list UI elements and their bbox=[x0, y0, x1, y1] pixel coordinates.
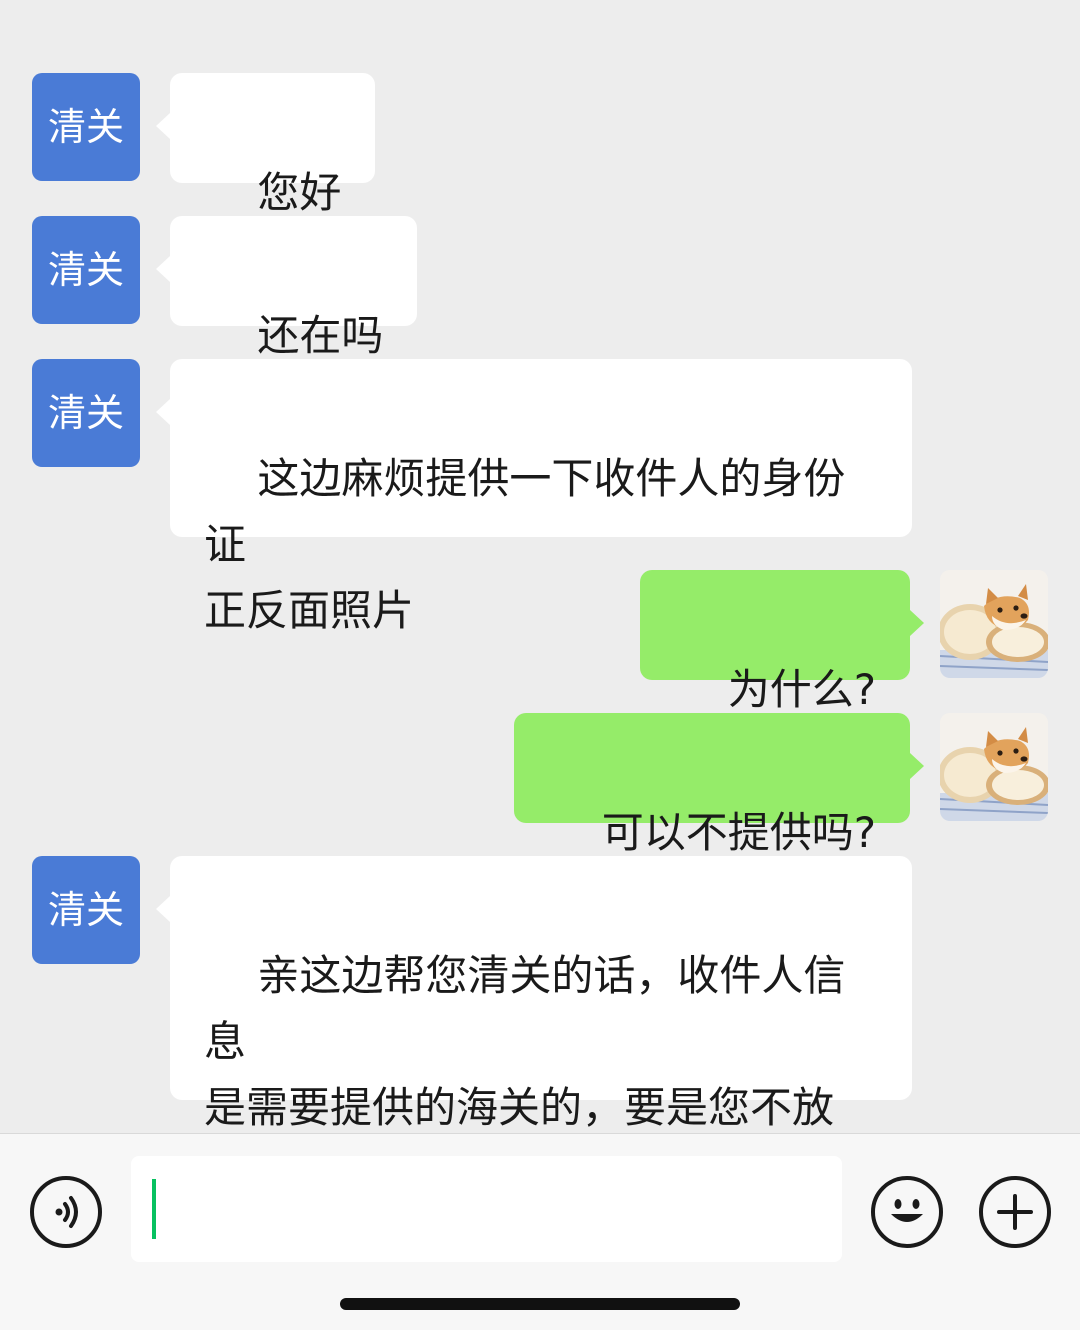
chat-area[interactable]: 清关 您好 清关 还在吗 清关 这边麻烦提供一下收件人的身份证 正反面照片 为什… bbox=[0, 0, 1080, 1198]
shiba-dog-on-bread-avatar bbox=[940, 713, 1048, 821]
contact-avatar-label: 清关 bbox=[47, 888, 124, 932]
plus-icon bbox=[997, 1194, 1033, 1230]
message-bubble-outgoing[interactable]: 可以不提供吗? bbox=[514, 713, 924, 857]
message-text: 还在吗 bbox=[257, 311, 384, 360]
contact-avatar[interactable]: 清关 bbox=[32, 73, 140, 181]
input-toolbar bbox=[0, 1133, 1080, 1330]
message-text: 为什么? bbox=[727, 665, 876, 714]
contact-avatar[interactable]: 清关 bbox=[32, 216, 140, 324]
home-indicator[interactable] bbox=[340, 1298, 740, 1310]
contact-avatar-label: 清关 bbox=[47, 391, 124, 435]
more-button[interactable] bbox=[979, 1176, 1051, 1248]
emoji-button[interactable] bbox=[871, 1176, 943, 1248]
contact-avatar[interactable]: 清关 bbox=[32, 359, 140, 467]
message-bubble-outgoing[interactable]: 为什么? bbox=[640, 570, 924, 714]
message-bubble-incoming[interactable]: 您好 bbox=[155, 73, 376, 217]
voice-icon bbox=[55, 1196, 78, 1228]
emoji-icon bbox=[891, 1199, 923, 1222]
message-bubble-incoming[interactable]: 还在吗 bbox=[155, 216, 418, 360]
message-bubble-incoming[interactable]: 亲这边帮您清关的话，收件人信息 是需要提供的海关的，要是您不放 心可以家水印 bbox=[156, 856, 912, 1198]
shiba-dog-on-bread-avatar bbox=[940, 570, 1048, 678]
my-avatar[interactable] bbox=[940, 713, 1048, 821]
my-avatar[interactable] bbox=[940, 570, 1048, 678]
contact-avatar[interactable]: 清关 bbox=[32, 856, 140, 964]
message-text: 可以不提供吗? bbox=[601, 808, 876, 857]
text-cursor bbox=[152, 1179, 156, 1239]
contact-avatar-label: 清关 bbox=[47, 105, 124, 149]
message-text: 您好 bbox=[257, 168, 342, 217]
message-input[interactable] bbox=[131, 1156, 842, 1262]
message-bubble-incoming[interactable]: 这边麻烦提供一下收件人的身份证 正反面照片 bbox=[156, 359, 912, 635]
voice-button[interactable] bbox=[30, 1176, 102, 1248]
contact-avatar-label: 清关 bbox=[47, 248, 124, 292]
